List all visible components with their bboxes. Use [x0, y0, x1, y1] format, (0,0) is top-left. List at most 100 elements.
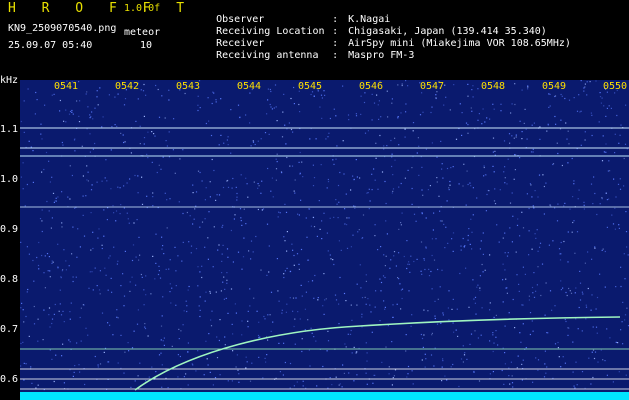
- noise-speckle: [446, 167, 449, 170]
- noise-speckle: [51, 217, 53, 219]
- noise-speckle: [568, 143, 570, 145]
- noise-speckle: [82, 214, 84, 216]
- noise-speckle: [236, 354, 238, 356]
- noise-speckle: [269, 88, 271, 91]
- noise-speckle: [304, 308, 306, 310]
- noise-speckle: [236, 199, 238, 201]
- noise-speckle: [431, 332, 433, 334]
- noise-speckle: [276, 120, 278, 122]
- noise-speckle: [59, 99, 61, 102]
- noise-speckle: [299, 111, 301, 113]
- noise-speckle: [276, 161, 278, 163]
- noise-speckle: [296, 381, 298, 383]
- noise-speckle: [400, 222, 402, 224]
- noise-speckle: [400, 308, 402, 310]
- noise-speckle: [511, 135, 513, 137]
- noise-speckle: [160, 339, 162, 341]
- noise-speckle: [533, 296, 536, 298]
- noise-speckle: [171, 287, 173, 289]
- noise-speckle: [352, 175, 354, 177]
- noise-speckle: [165, 268, 167, 270]
- noise-speckle: [623, 253, 625, 255]
- noise-speckle: [230, 288, 233, 290]
- noise-speckle: [485, 210, 487, 212]
- noise-speckle: [275, 168, 278, 170]
- noise-speckle: [468, 228, 470, 230]
- noise-speckle: [347, 333, 349, 335]
- noise-speckle: [122, 273, 124, 275]
- noise-speckle: [467, 183, 469, 186]
- noise-speckle: [605, 151, 607, 153]
- noise-speckle: [137, 192, 139, 194]
- noise-speckle: [231, 380, 233, 382]
- noise-speckle: [97, 364, 99, 366]
- noise-speckle: [444, 375, 446, 377]
- noise-speckle: [335, 299, 338, 301]
- x-tick-label: 0541: [54, 81, 79, 92]
- noise-speckle: [186, 305, 188, 307]
- noise-speckle: [361, 297, 364, 299]
- noise-speckle: [592, 326, 594, 328]
- noise-speckle: [585, 304, 587, 306]
- noise-speckle: [289, 387, 291, 389]
- noise-speckle: [527, 88, 529, 90]
- x-tick-label: 0543: [176, 81, 201, 92]
- noise-speckle: [536, 229, 538, 231]
- noise-speckle: [178, 201, 180, 203]
- noise-speckle: [270, 291, 273, 293]
- noise-speckle: [247, 196, 249, 198]
- noise-speckle: [337, 184, 340, 187]
- noise-speckle: [223, 142, 225, 144]
- noise-speckle: [144, 323, 146, 325]
- noise-speckle: [51, 322, 53, 325]
- noise-speckle: [356, 351, 358, 353]
- noise-speckle: [421, 273, 423, 275]
- noise-speckle: [133, 222, 135, 224]
- noise-speckle: [335, 115, 337, 117]
- noise-speckle: [241, 334, 243, 336]
- noise-speckle: [462, 185, 464, 187]
- noise-speckle: [599, 92, 601, 94]
- noise-speckle: [564, 362, 566, 364]
- noise-speckle: [413, 213, 416, 215]
- noise-speckle: [338, 240, 340, 242]
- noise-speckle: [436, 323, 439, 325]
- noise-speckle: [349, 333, 352, 335]
- noise-speckle: [344, 208, 346, 210]
- noise-speckle: [320, 94, 323, 96]
- noise-speckle: [392, 188, 395, 190]
- noise-speckle: [514, 103, 516, 106]
- noise-speckle: [301, 161, 303, 163]
- noise-speckle: [620, 266, 622, 268]
- noise-speckle: [51, 318, 54, 320]
- noise-speckle: [111, 291, 113, 293]
- noise-speckle: [105, 159, 107, 161]
- noise-speckle: [560, 93, 562, 96]
- noise-speckle: [327, 136, 329, 138]
- noise-speckle: [117, 317, 119, 319]
- noise-speckle: [109, 255, 111, 257]
- noise-speckle: [72, 276, 74, 278]
- noise-speckle: [155, 371, 157, 373]
- noise-speckle: [289, 271, 291, 273]
- noise-speckle: [314, 274, 316, 277]
- noise-speckle: [504, 269, 506, 271]
- noise-speckle: [374, 235, 376, 237]
- noise-speckle: [210, 325, 213, 327]
- noise-speckle: [292, 297, 295, 299]
- noise-speckle: [213, 226, 215, 228]
- y-axis-unit: kHz: [0, 75, 19, 86]
- noise-speckle: [266, 274, 268, 276]
- noise-speckle: [604, 250, 606, 253]
- noise-speckle: [574, 252, 576, 254]
- noise-speckle: [209, 290, 211, 293]
- noise-speckle: [91, 184, 93, 186]
- noise-speckle: [564, 97, 566, 100]
- noise-speckle: [529, 333, 531, 336]
- noise-speckle: [114, 96, 116, 98]
- noise-speckle: [53, 313, 55, 315]
- noise-speckle: [23, 100, 25, 102]
- noise-speckle: [81, 145, 83, 147]
- noise-speckle: [222, 224, 224, 226]
- noise-speckle: [405, 111, 407, 113]
